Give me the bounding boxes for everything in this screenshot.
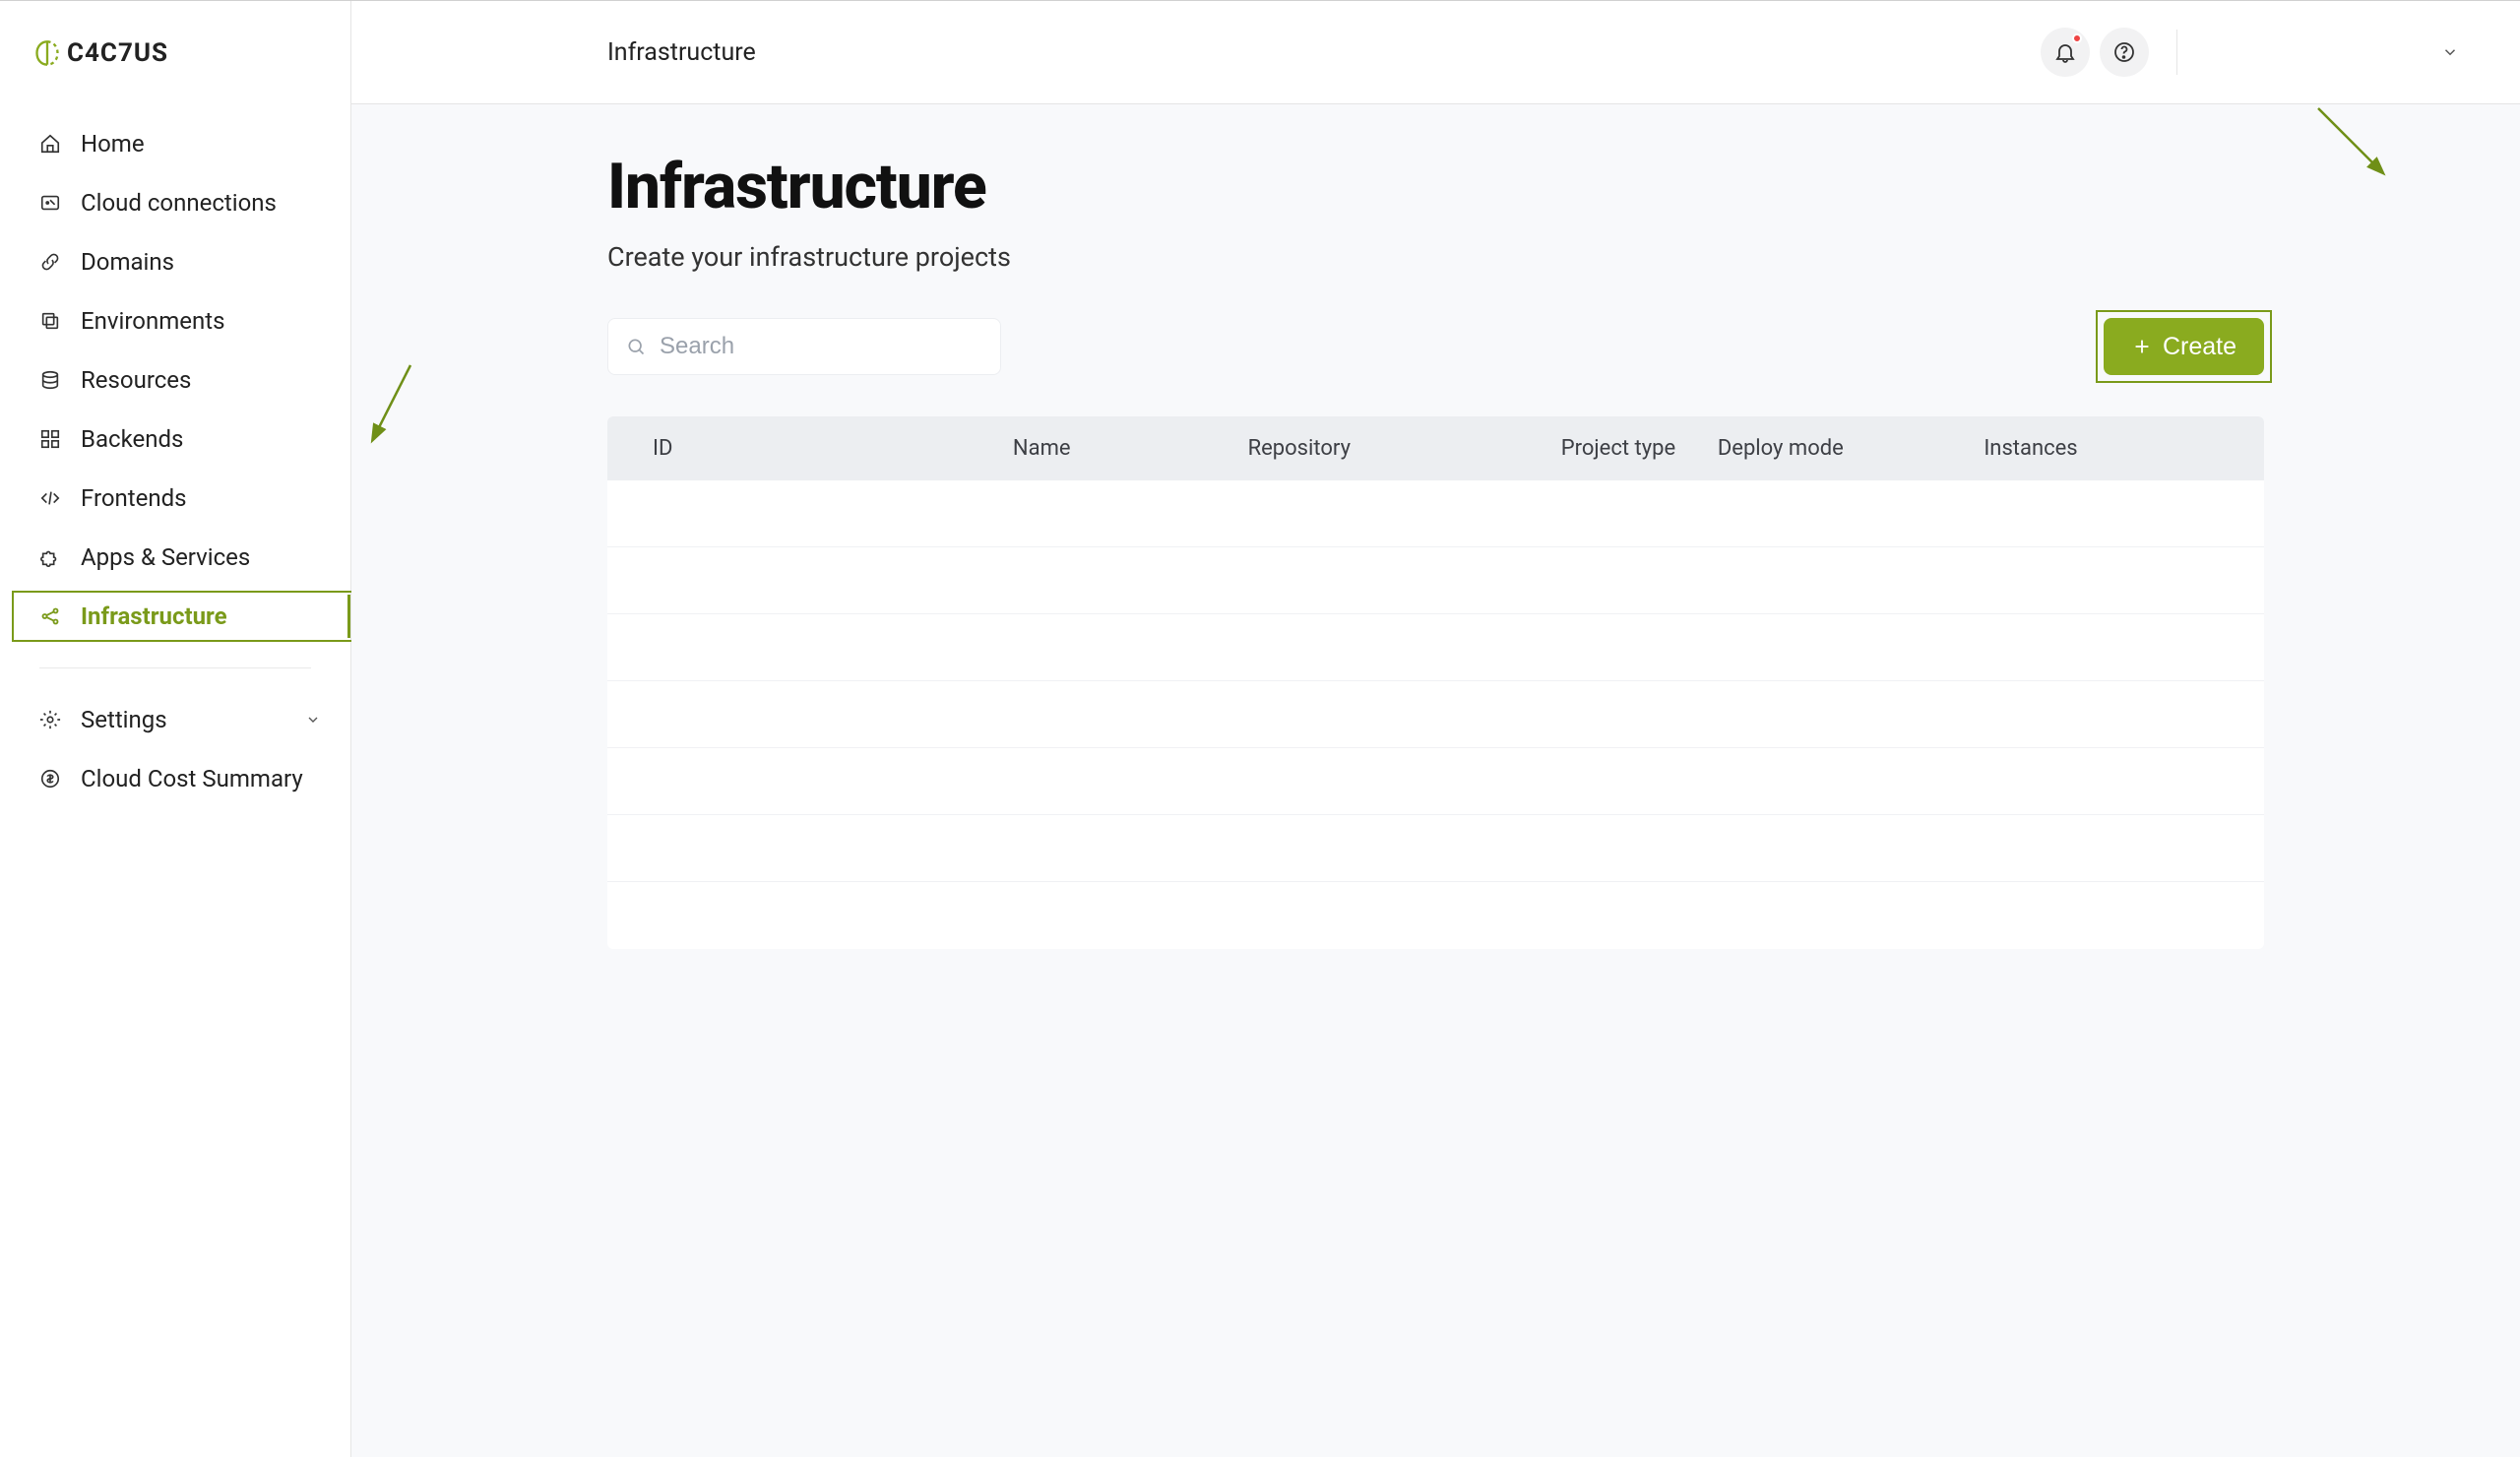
help-button[interactable] [2100, 28, 2149, 77]
breadcrumb: Infrastructure [607, 38, 756, 67]
plus-icon [2131, 336, 2153, 357]
sidebar-item-cloud-connections[interactable]: Cloud connections [0, 173, 350, 232]
sidebar-item-resources[interactable]: Resources [0, 350, 350, 410]
grid-icon [39, 428, 61, 450]
page-subtitle: Create your infrastructure projects [607, 241, 2264, 273]
notification-dot [2072, 33, 2082, 43]
brand-name: C4C7US [67, 38, 168, 68]
share-icon [39, 605, 61, 627]
brand-mark-icon [33, 39, 61, 67]
table-header: ID Name Repository Project type Deploy m… [607, 416, 2264, 480]
bell-icon [2053, 40, 2077, 64]
sidebar-item-label: Settings [81, 706, 167, 733]
sidebar-item-label: Domains [81, 248, 174, 276]
topbar-divider [2176, 30, 2177, 75]
topbar-actions [2041, 28, 2465, 77]
database-icon [39, 369, 61, 391]
content-toolbar: Create [607, 318, 2264, 375]
sidebar-item-label: Frontends [81, 484, 187, 512]
sidebar-item-environments[interactable]: Environments [0, 291, 350, 350]
sidebar: C4C7US Home Cloud connections Domain [0, 1, 351, 1457]
puzzle-icon [39, 546, 61, 568]
annotation-arrow [2308, 104, 2397, 187]
cloud-link-icon [39, 192, 61, 214]
table-row [607, 681, 2264, 748]
annotation-arrow [361, 360, 420, 449]
table-row [607, 882, 2264, 949]
sidebar-item-label: Cloud Cost Summary [81, 765, 303, 792]
column-header-repository[interactable]: Repository [1248, 436, 1561, 461]
active-indicator [347, 595, 350, 638]
sidebar-item-cloud-cost[interactable]: Cloud Cost Summary [0, 749, 350, 808]
table-row [607, 614, 2264, 681]
sidebar-item-label: Resources [81, 366, 191, 394]
dollar-icon [39, 768, 61, 790]
table-row [607, 547, 2264, 614]
sidebar-item-domains[interactable]: Domains [0, 232, 350, 291]
column-header-id[interactable]: ID [653, 436, 1013, 461]
layers-icon [39, 310, 61, 332]
projects-table: ID Name Repository Project type Deploy m… [607, 416, 2264, 949]
help-icon [2112, 40, 2136, 64]
brand-logo[interactable]: C4C7US [0, 1, 350, 104]
sidebar-item-infrastructure[interactable]: Infrastructure [0, 587, 350, 646]
sidebar-item-frontends[interactable]: Frontends [0, 469, 350, 528]
chevron-down-icon [2441, 43, 2459, 61]
main-column: Infrastructure [351, 1, 2520, 1457]
page-title: Infrastructure [607, 150, 2264, 223]
table-row [607, 748, 2264, 815]
column-header-instances[interactable]: Instances [1984, 436, 2219, 461]
gear-icon [39, 709, 61, 730]
sidebar-item-label: Cloud connections [81, 189, 277, 217]
sidebar-item-backends[interactable]: Backends [0, 410, 350, 469]
search-icon [626, 337, 646, 356]
code-icon [39, 487, 61, 509]
sidebar-item-label: Apps & Services [81, 543, 250, 571]
column-header-deploy-mode[interactable]: Deploy mode [1718, 436, 1984, 461]
sidebar-item-label: Home [81, 130, 145, 158]
column-header-name[interactable]: Name [1013, 436, 1248, 461]
notifications-button[interactable] [2041, 28, 2090, 77]
sidebar-item-label: Backends [81, 425, 183, 453]
workspace-dropdown[interactable] [2205, 43, 2465, 61]
chevron-down-icon [305, 712, 321, 728]
app-root: C4C7US Home Cloud connections Domain [0, 1, 2520, 1457]
topbar: Infrastructure [351, 1, 2520, 104]
link-icon [39, 251, 61, 273]
create-button[interactable]: Create [2104, 318, 2264, 375]
sidebar-nav: Home Cloud connections Domains Environme… [0, 104, 350, 808]
nav-separator [39, 667, 311, 668]
search-box[interactable] [607, 318, 1001, 375]
sidebar-item-label: Environments [81, 307, 224, 335]
table-row [607, 480, 2264, 547]
column-header-project-type[interactable]: Project type [1561, 436, 1718, 461]
sidebar-item-apps-services[interactable]: Apps & Services [0, 528, 350, 587]
create-button-label: Create [2163, 333, 2236, 361]
sidebar-item-label: Infrastructure [81, 602, 227, 630]
table-body [607, 480, 2264, 949]
table-row [607, 815, 2264, 882]
sidebar-item-settings[interactable]: Settings [0, 690, 350, 749]
sidebar-item-home[interactable]: Home [0, 114, 350, 173]
home-icon [39, 133, 61, 155]
content-area: Infrastructure Create your infrastructur… [351, 104, 2520, 1457]
search-input[interactable] [660, 333, 982, 360]
